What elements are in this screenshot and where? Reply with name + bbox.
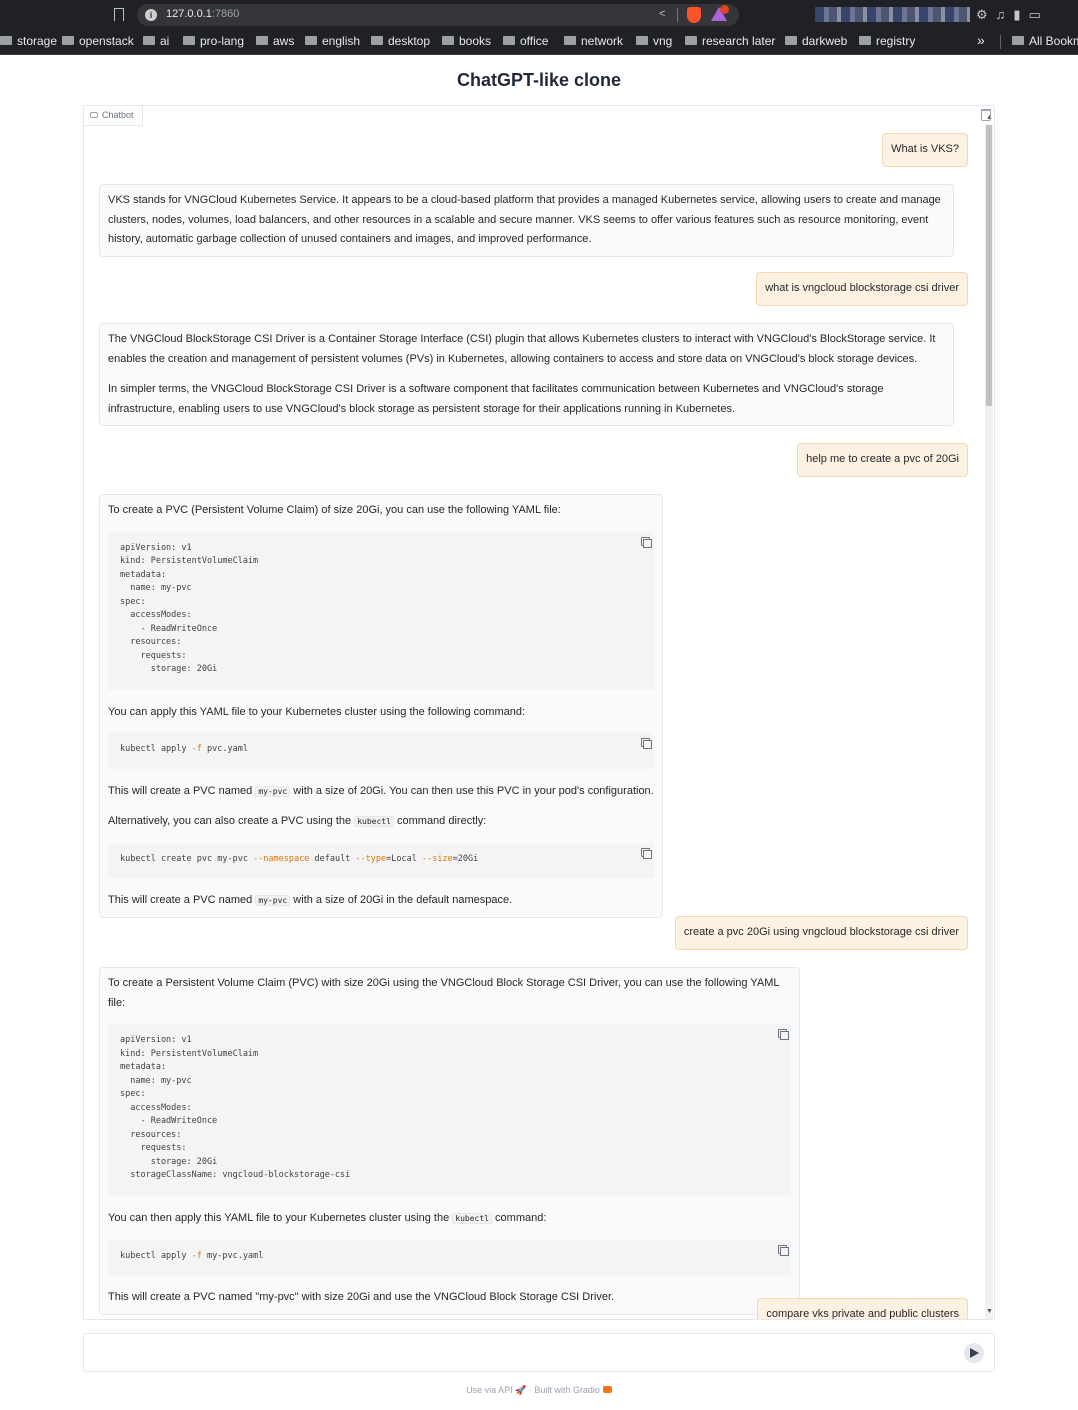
- message-text: In simpler terms, the VNGCloud BlockStor…: [108, 383, 884, 415]
- clear-chat-icon[interactable]: [981, 109, 991, 121]
- bookmark-page-icon[interactable]: [114, 8, 124, 21]
- bookmark-english[interactable]: english: [305, 34, 360, 48]
- send-button[interactable]: [964, 1343, 984, 1363]
- bookmark-storage[interactable]: storage: [0, 34, 57, 48]
- folder-icon: [442, 36, 454, 45]
- folder-icon: [62, 36, 74, 45]
- code-block: kubectl create pvc my-pvc --namespace de…: [108, 842, 654, 878]
- scroll-down-arrow[interactable]: ▼: [986, 1308, 993, 1315]
- copy-icon[interactable]: [641, 738, 652, 749]
- folder-icon: [305, 36, 317, 45]
- bookmark-books[interactable]: books: [442, 34, 491, 48]
- user-message: create a pvc 20Gi using vngcloud blockst…: [674, 916, 968, 950]
- folder-icon: [1012, 36, 1024, 45]
- folder-icon: [183, 36, 195, 45]
- user-message: what is vngcloud blockstorage csi driver: [756, 272, 968, 306]
- message-text: You can then apply this YAML file to you…: [108, 1212, 547, 1224]
- user-message: What is VKS?: [882, 133, 968, 167]
- folder-icon: [0, 36, 12, 45]
- extensions-icons[interactable]: [815, 7, 970, 22]
- bookmarks-bar: storage openstack ai pro-lang aws englis…: [0, 29, 1078, 55]
- all-bookmarks[interactable]: All Bookm: [1012, 34, 1078, 48]
- bookmark-office[interactable]: office: [503, 34, 548, 48]
- copy-icon[interactable]: [778, 1244, 789, 1256]
- message-text: To create a PVC (Persistent Volume Claim…: [108, 504, 561, 516]
- url-text[interactable]: 127.0.0.1:7860: [166, 8, 239, 20]
- message-text: Alternatively, you can also create a PVC…: [108, 815, 487, 827]
- share-icon[interactable]: <: [659, 8, 665, 20]
- user-message: help me to create a pvc of 20Gi: [797, 443, 968, 477]
- site-info-icon[interactable]: i: [145, 9, 157, 21]
- notification-badge: [720, 5, 729, 14]
- chat-input[interactable]: [83, 1333, 995, 1372]
- folder-icon: [636, 36, 648, 45]
- message-text: This will create a PVC named my-pvc with…: [108, 784, 654, 797]
- message-text: This will create a PVC named "my-pvc" wi…: [108, 1291, 615, 1303]
- bookmark-darkweb[interactable]: darkweb: [785, 34, 847, 48]
- address-bar[interactable]: i 127.0.0.1:7860 <: [137, 4, 739, 26]
- gradio-logo-icon: [602, 1386, 612, 1393]
- bookmark-registry[interactable]: registry: [859, 34, 915, 48]
- message-text: The VNGCloud BlockStorage CSI Driver is …: [108, 333, 936, 365]
- user-message: compare vks private and public clusters: [757, 1298, 968, 1319]
- bot-message: To create a Persistent Volume Claim (PVC…: [99, 967, 800, 1315]
- bookmark-pro-lang[interactable]: pro-lang: [183, 34, 244, 48]
- page-title: ChatGPT-like clone: [456, 70, 622, 90]
- folder-icon: [564, 36, 576, 45]
- code-block: kubectl apply -f my-pvc.yaml: [108, 1239, 791, 1275]
- bookmark-network[interactable]: network: [564, 34, 623, 48]
- copy-icon[interactable]: [641, 847, 652, 859]
- chatbot-label: Chatbot: [84, 106, 143, 126]
- rocket-icon: 🚀: [515, 1385, 527, 1395]
- bookmark-research-later[interactable]: research later: [685, 34, 775, 48]
- folder-icon: [256, 36, 268, 45]
- brave-shields-icon[interactable]: [687, 7, 701, 23]
- message-text: This will create a PVC named my-pvc with…: [108, 894, 513, 906]
- copy-icon[interactable]: [778, 1029, 789, 1040]
- chat-icon: [90, 112, 98, 118]
- message-text: You can apply this YAML file to your Kub…: [108, 705, 526, 718]
- scrollbar-thumb[interactable]: [986, 125, 992, 406]
- divider: [677, 8, 678, 22]
- folder-icon: [685, 36, 697, 45]
- folder-icon: [143, 36, 155, 45]
- bookmark-ai[interactable]: ai: [143, 34, 169, 48]
- browser-toolbar: i 127.0.0.1:7860 < ⚙♫▮▭: [0, 0, 1078, 29]
- bookmark-aws[interactable]: aws: [256, 34, 294, 48]
- folder-icon: [785, 36, 797, 45]
- footer-separator: ·: [528, 1385, 532, 1395]
- message-text: VKS stands for VNGCloud Kubernetes Servi…: [108, 194, 941, 245]
- chatbot-panel[interactable]: Chatbot ▲ ▼ What is VKS? VKS stands for …: [83, 105, 995, 1320]
- bookmark-desktop[interactable]: desktop: [371, 34, 430, 48]
- code-block: apiVersion: v1 kind: PersistentVolumeCla…: [108, 1024, 791, 1196]
- footer: Use via API 🚀 · Built with Gradio: [0, 1385, 1078, 1396]
- folder-icon: [859, 36, 871, 45]
- bot-message: To create a PVC (Persistent Volume Claim…: [99, 494, 663, 918]
- folder-icon: [371, 36, 383, 45]
- use-via-api-link[interactable]: Use via API: [466, 1385, 513, 1395]
- bookmark-vng[interactable]: vng: [636, 34, 672, 48]
- folder-icon: [503, 36, 515, 45]
- message-text: To create a Persistent Volume Claim (PVC…: [108, 977, 780, 1009]
- bookmarks-overflow-button[interactable]: »: [977, 32, 985, 48]
- bookmark-openstack[interactable]: openstack: [62, 34, 134, 48]
- code-block: kubectl apply -f pvc.yaml: [108, 733, 654, 769]
- built-with-gradio-link[interactable]: Built with Gradio: [534, 1385, 600, 1395]
- code-block: apiVersion: v1 kind: PersistentVolumeCla…: [108, 531, 654, 690]
- bot-message: The VNGCloud BlockStorage CSI Driver is …: [99, 323, 954, 426]
- bot-message: VKS stands for VNGCloud Kubernetes Servi…: [99, 184, 954, 257]
- divider: [1000, 35, 1001, 49]
- toolbar-icons[interactable]: ⚙♫▮▭: [976, 7, 1049, 23]
- copy-icon[interactable]: [641, 536, 652, 548]
